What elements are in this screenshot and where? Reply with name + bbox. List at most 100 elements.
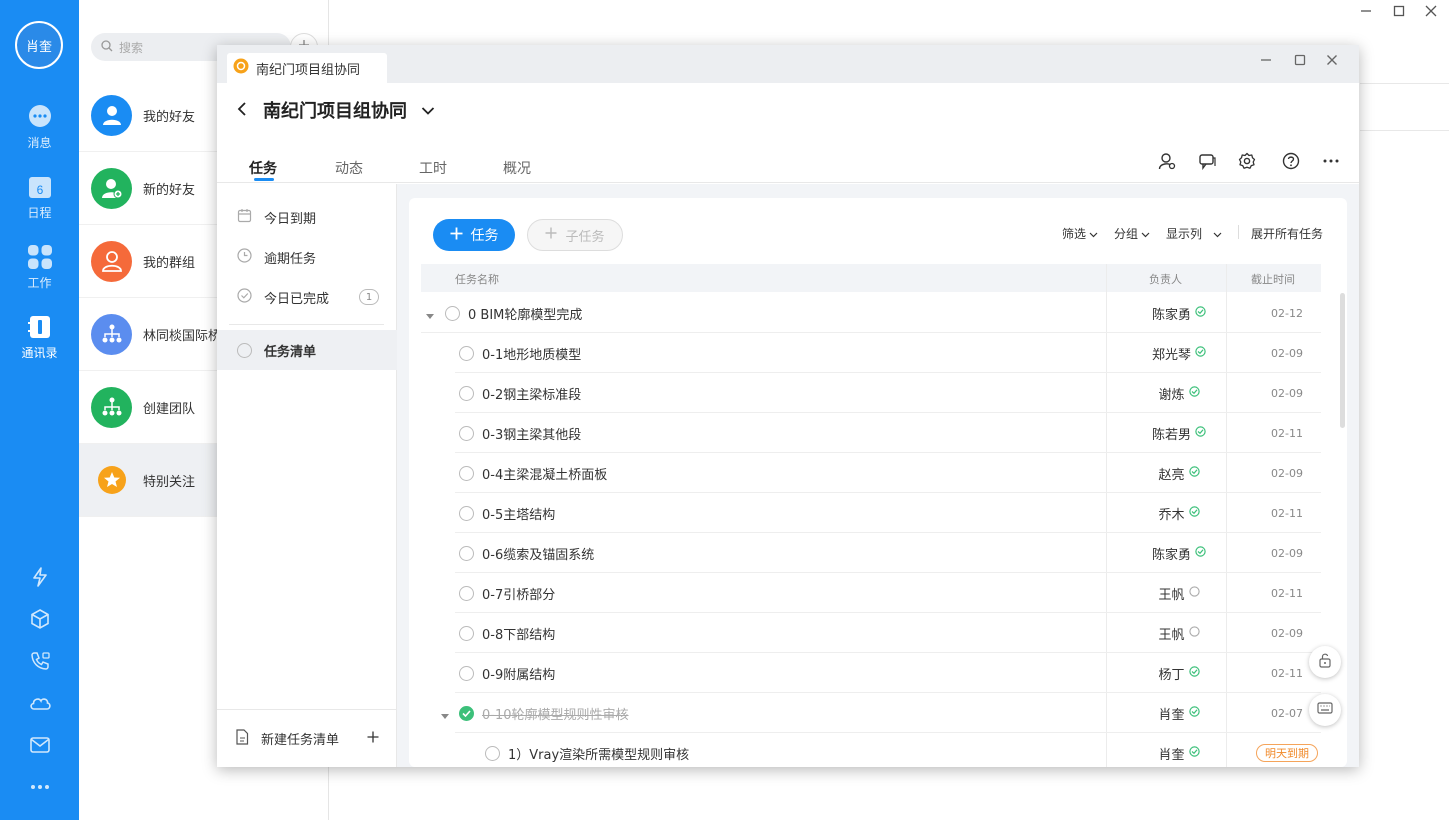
task-checkbox[interactable]	[459, 625, 474, 641]
columns-dropdown[interactable]: 显示列	[1166, 225, 1222, 242]
task-name[interactable]: 1）Vray渲染所需模型规则审核	[508, 744, 689, 763]
sidebar-item-overdue[interactable]: 逾期任务	[217, 237, 397, 277]
minimize-icon[interactable]	[1360, 5, 1372, 21]
owner-cell[interactable]: 赵亮	[1119, 453, 1239, 493]
task-checkbox[interactable]	[459, 505, 474, 521]
task-checkbox[interactable]	[459, 425, 474, 441]
close-icon[interactable]	[1326, 54, 1338, 70]
keyboard-button[interactable]	[1309, 694, 1341, 726]
table-row[interactable]: 0-9附属结构 杨丁 02-11	[421, 653, 1321, 693]
rail-item-schedule[interactable]: 6 日程	[0, 174, 79, 221]
rail-item-work[interactable]: 工作	[0, 244, 79, 291]
rail-item-contacts[interactable]: 通讯录	[0, 314, 79, 361]
add-task-button[interactable]: 任务	[433, 219, 515, 251]
owner-cell[interactable]: 谢炼	[1119, 373, 1239, 413]
due-cell[interactable]: 02-11	[1239, 413, 1335, 453]
due-cell[interactable]: 02-09	[1239, 333, 1335, 373]
task-checkbox[interactable]	[459, 585, 474, 601]
sidebar-item-task-list[interactable]: 任务清单	[217, 330, 397, 370]
help-icon[interactable]	[1280, 150, 1302, 172]
task-name[interactable]: 0-7引桥部分	[482, 584, 555, 603]
owner-cell[interactable]: 陈家勇	[1119, 293, 1239, 333]
owner-cell[interactable]: 肖奎	[1119, 693, 1239, 733]
expand-all-button[interactable]: 展开所有任务	[1251, 225, 1323, 242]
table-row[interactable]: 0-7引桥部分 王帆 02-11	[421, 573, 1321, 613]
plus-icon[interactable]	[367, 731, 379, 747]
task-name[interactable]: 0-2钢主梁标准段	[482, 384, 581, 403]
tab-tasks[interactable]: 任务	[249, 158, 277, 178]
project-title[interactable]: 南纪门项目组协同	[263, 97, 407, 123]
due-cell[interactable]: 02-12	[1239, 293, 1335, 333]
owner-cell[interactable]: 杨丁	[1119, 653, 1239, 693]
task-checkbox[interactable]	[459, 665, 474, 681]
sidebar-item-completed-today[interactable]: 今日已完成 1	[217, 277, 397, 317]
cube-icon[interactable]	[0, 608, 79, 630]
gear-icon[interactable]	[1236, 150, 1258, 172]
filter-dropdown[interactable]: 筛选	[1062, 225, 1098, 242]
caret-down-icon[interactable]	[426, 309, 434, 324]
chevron-down-icon[interactable]	[421, 100, 435, 121]
maximize-icon[interactable]	[1393, 5, 1405, 21]
table-row[interactable]: 1）Vray渲染所需模型规则审核 肖奎 明天到期	[421, 733, 1321, 767]
owner-cell[interactable]: 郑光琴	[1119, 333, 1239, 373]
tab-worktime[interactable]: 工时	[419, 158, 447, 178]
task-name[interactable]: 0-3钢主梁其他段	[482, 424, 581, 443]
task-checkbox[interactable]	[459, 345, 474, 361]
table-row[interactable]: 0-1地形地质模型 郑光琴 02-09	[421, 333, 1321, 373]
task-name[interactable]: 0-6缆索及锚固系统	[482, 544, 594, 563]
mail-icon[interactable]	[0, 734, 79, 756]
due-cell[interactable]: 明天到期	[1239, 733, 1335, 767]
task-checkbox[interactable]	[459, 465, 474, 481]
avatar[interactable]: 肖奎	[15, 21, 63, 69]
phone-icon[interactable]	[0, 650, 79, 672]
more-dots-icon[interactable]	[1320, 150, 1342, 172]
task-checkbox[interactable]	[459, 545, 474, 561]
table-row[interactable]: 0-6缆索及锚固系统 陈家勇 02-09	[421, 533, 1321, 573]
task-name[interactable]: 0-1地形地质模型	[482, 344, 581, 363]
rail-item-messages[interactable]: 消息	[0, 104, 79, 151]
task-name[interactable]: 0-9附属结构	[482, 664, 555, 683]
table-row[interactable]: 0-3钢主梁其他段 陈若男 02-11	[421, 413, 1321, 453]
window-tab[interactable]: 南纪门项目组协同	[227, 53, 387, 83]
new-task-list-button[interactable]: 新建任务清单	[217, 709, 397, 767]
more-dots-icon[interactable]	[0, 776, 79, 798]
scrollbar[interactable]	[1340, 293, 1345, 428]
owner-cell[interactable]: 王帆	[1119, 573, 1239, 613]
task-name[interactable]: 0-10轮廓模型规则性审核	[482, 704, 629, 723]
task-name[interactable]: 0-4主梁混凝土桥面板	[482, 464, 607, 483]
minimize-icon[interactable]	[1260, 54, 1272, 70]
table-row[interactable]: 0-10轮廓模型规则性审核 肖奎 02-07	[421, 693, 1321, 733]
completed-check-icon[interactable]	[459, 705, 474, 721]
task-checkbox[interactable]	[459, 385, 474, 401]
due-cell[interactable]: 02-09	[1239, 453, 1335, 493]
table-row[interactable]: 0 BIM轮廓模型完成 陈家勇 02-12	[421, 293, 1321, 333]
member-settings-icon[interactable]	[1156, 150, 1178, 172]
task-name[interactable]: 0 BIM轮廓模型完成	[468, 304, 582, 323]
due-cell[interactable]: 02-09	[1239, 533, 1335, 573]
back-icon[interactable]	[237, 100, 249, 121]
task-checkbox[interactable]	[485, 745, 500, 761]
table-row[interactable]: 0-5主塔结构 乔木 02-11	[421, 493, 1321, 533]
lightning-icon[interactable]	[0, 566, 79, 588]
owner-cell[interactable]: 肖奎	[1119, 733, 1239, 767]
tab-activity[interactable]: 动态	[335, 158, 363, 178]
task-name[interactable]: 0-5主塔结构	[482, 504, 555, 523]
table-row[interactable]: 0-8下部结构 王帆 02-09	[421, 613, 1321, 653]
sidebar-item-due-today[interactable]: 今日到期	[217, 197, 397, 237]
add-subtask-button[interactable]: 子任务	[527, 219, 623, 251]
caret-down-icon[interactable]	[441, 709, 449, 724]
due-cell[interactable]: 02-11	[1239, 493, 1335, 533]
discussion-icon[interactable]	[1196, 150, 1218, 172]
owner-cell[interactable]: 陈家勇	[1119, 533, 1239, 573]
due-cell[interactable]: 02-09	[1239, 373, 1335, 413]
close-icon[interactable]	[1425, 5, 1437, 21]
owner-cell[interactable]: 陈若男	[1119, 413, 1239, 453]
table-row[interactable]: 0-2钢主梁标准段 谢炼 02-09	[421, 373, 1321, 413]
owner-cell[interactable]: 王帆	[1119, 613, 1239, 653]
group-dropdown[interactable]: 分组	[1114, 225, 1150, 242]
table-row[interactable]: 0-4主梁混凝土桥面板 赵亮 02-09	[421, 453, 1321, 493]
owner-cell[interactable]: 乔木	[1119, 493, 1239, 533]
maximize-icon[interactable]	[1294, 54, 1306, 70]
cloud-icon[interactable]	[0, 692, 79, 714]
tab-overview[interactable]: 概况	[503, 158, 531, 178]
